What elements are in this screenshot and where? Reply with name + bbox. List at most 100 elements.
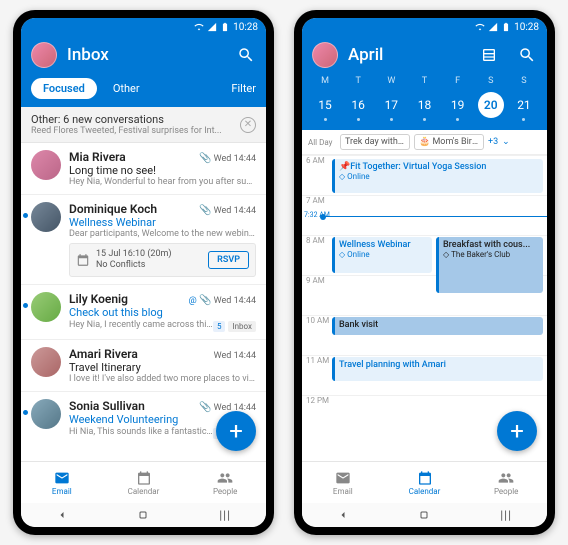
nav-email[interactable]: Email (21, 462, 103, 503)
back-button[interactable] (336, 508, 350, 522)
home-button[interactable] (417, 508, 431, 522)
status-bar: 10:28 (302, 18, 547, 36)
sender-avatar (31, 399, 61, 429)
date-cell[interactable]: 16 (345, 92, 371, 118)
home-button[interactable] (136, 508, 150, 522)
email-subject: Check out this blog (69, 306, 256, 319)
people-icon (498, 470, 514, 486)
calendar-event[interactable]: Wellness Webinar ◇ Online (332, 237, 432, 273)
calendar-body: All Day Trek day with fa... 🎂 Mom's Birt… (302, 130, 547, 461)
banner-title: Other: 6 new conversations (31, 113, 240, 126)
nav-calendar[interactable]: Calendar (384, 462, 466, 503)
status-bar: 10:28 (21, 18, 266, 36)
android-navbar: ||| (302, 503, 547, 527)
attachment-icon: 📎 (199, 205, 211, 216)
email-preview: Hi Nia, This sounds like a fantastic... (69, 427, 213, 437)
compose-fab[interactable]: + (216, 411, 256, 451)
date-cell[interactable]: 18 (411, 92, 437, 118)
now-label: 7:32 AM (304, 211, 330, 219)
date-cell-today[interactable]: 20 (478, 92, 504, 118)
email-row[interactable]: Lily Koenig @ 📎 Wed 14:44 Check out this… (21, 285, 266, 340)
email-subject: Travel Itinerary (69, 361, 256, 374)
sender-avatar (31, 150, 61, 180)
email-row[interactable]: Mia Rivera 📎 Wed 14:44 Long time no see!… (21, 143, 266, 195)
close-icon[interactable]: ✕ (240, 117, 256, 133)
date-cell[interactable]: 17 (378, 92, 404, 118)
unread-indicator (23, 410, 28, 415)
sender-avatar (31, 292, 61, 322)
now-indicator (324, 216, 547, 217)
email-row[interactable]: Dominique Koch 📎 Wed 14:44 Wellness Webi… (21, 195, 266, 285)
email-icon (335, 470, 351, 486)
search-icon[interactable] (517, 45, 537, 65)
nav-people[interactable]: People (184, 462, 266, 503)
other-banner[interactable]: Other: 6 new conversations Reed Flores T… (21, 107, 266, 143)
bottom-nav: Email Calendar People (302, 461, 547, 503)
email-preview: I love it! I've also added two more plac… (69, 374, 256, 384)
back-button[interactable] (55, 508, 69, 522)
status-time: 10:28 (514, 22, 539, 33)
email-subject: Wellness Webinar (69, 216, 256, 229)
rsvp-card: 15 Jul 16:10 (20m)No Conflicts RSVP (69, 243, 256, 277)
unread-indicator (23, 213, 28, 218)
date-cell[interactable]: 15 (312, 92, 338, 118)
nav-calendar[interactable]: Calendar (103, 462, 185, 503)
mention-icon: @ (189, 296, 197, 306)
count-badge: 5 (213, 321, 226, 332)
email-row[interactable]: Amari Rivera Wed 14:44 Travel Itinerary … (21, 340, 266, 392)
allday-event[interactable]: 🎂 Mom's Birthd... (414, 134, 484, 150)
android-navbar: ||| (21, 503, 266, 527)
profile-avatar[interactable] (31, 42, 57, 68)
allday-more[interactable]: +3 (488, 137, 498, 147)
signal-icon (488, 22, 498, 32)
signal-icon (207, 22, 217, 32)
calendar-header: April MTWTFSS 15 16 17 18 19 20 21 (302, 36, 547, 130)
sender-name: Sonia Sullivan (69, 399, 145, 413)
calendar-icon (417, 470, 433, 486)
inbox-title: Inbox (67, 45, 226, 65)
email-preview: Hey Nia, Wonderful to hear from you afte… (69, 177, 256, 187)
new-event-fab[interactable]: + (497, 411, 537, 451)
calendar-event[interactable]: Bank visit (332, 317, 543, 335)
recents-button[interactable]: ||| (499, 508, 513, 522)
phone-email: 10:28 Inbox Focused Other Filter Other: … (13, 10, 274, 535)
battery-icon (220, 22, 230, 32)
recents-button[interactable]: ||| (218, 508, 232, 522)
email-icon (54, 470, 70, 486)
rsvp-button[interactable]: RSVP (208, 251, 249, 269)
time-grid[interactable]: 6 AM 7 AM 8 AM 9 AM 10 AM 11 AM 12 PM 📌F… (302, 155, 547, 435)
month-title[interactable]: April (348, 45, 469, 65)
sender-avatar (31, 347, 61, 377)
tab-focused[interactable]: Focused (31, 78, 97, 99)
weekday-row: MTWTFSS (312, 76, 537, 86)
calendar-icon (76, 253, 90, 267)
agenda-icon[interactable] (479, 45, 499, 65)
date-row: 15 16 17 18 19 20 21 (312, 92, 537, 122)
bottom-nav: Email Calendar People (21, 461, 266, 503)
sender-name: Mia Rivera (69, 150, 126, 164)
attachment-icon: 📎 (199, 153, 211, 164)
banner-preview: Reed Flores Tweeted, Festival surprises … (31, 126, 240, 136)
attachment-icon: 📎 (199, 402, 211, 413)
nav-people[interactable]: People (465, 462, 547, 503)
allday-event[interactable]: Trek day with fa... (340, 134, 410, 150)
date-cell[interactable]: 19 (445, 92, 471, 118)
profile-avatar[interactable] (312, 42, 338, 68)
chevron-down-icon[interactable]: ⌄ (502, 137, 510, 147)
status-time: 10:28 (233, 22, 258, 33)
nav-email[interactable]: Email (302, 462, 384, 503)
calendar-event[interactable]: Travel planning with Amari (332, 357, 543, 381)
date-cell[interactable]: 21 (511, 92, 537, 118)
search-icon[interactable] (236, 45, 256, 65)
people-icon (217, 470, 233, 486)
wifi-icon (475, 22, 485, 32)
email-preview: Hey Nia, I recently came across this ... (69, 320, 213, 330)
filter-button[interactable]: Filter (231, 82, 256, 95)
sender-name: Lily Koenig (69, 292, 128, 306)
tab-other[interactable]: Other (101, 78, 152, 99)
unread-indicator (23, 303, 28, 308)
calendar-event[interactable]: 📌Fit Together: Virtual Yoga Session ◇ On… (332, 159, 543, 193)
calendar-event[interactable]: Breakfast with cous... ◇ The Baker's Clu… (436, 237, 543, 293)
battery-icon (501, 22, 511, 32)
email-list: Other: 6 new conversations Reed Flores T… (21, 107, 266, 461)
